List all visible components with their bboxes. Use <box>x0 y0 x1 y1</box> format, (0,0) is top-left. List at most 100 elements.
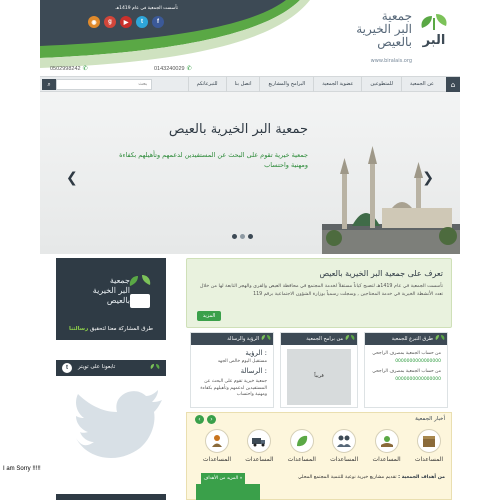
news-item-label: المساعدات <box>330 456 359 463</box>
nav-item-about[interactable]: عن الجمعية <box>400 77 442 92</box>
news-item-label: المساعدات <box>287 456 316 463</box>
twitter-bird-icon <box>76 390 162 459</box>
phone-icon: ✆ <box>186 66 192 72</box>
slide-subtitle: جمعية خيرية تقوم على البحث عن المستفيدين… <box>119 151 308 169</box>
logo-url: www.biralais.org <box>370 58 412 64</box>
mission-label: الرسالة : <box>240 367 267 375</box>
slider-dot[interactable] <box>248 234 253 239</box>
news-item[interactable]: المساعدات <box>413 429 445 463</box>
news-item-label: المساعدات <box>245 456 274 463</box>
hero-slider: جمعية البر الخيرية بالعيص جمعية خيرية تق… <box>40 92 460 254</box>
nav-item-volunteers[interactable]: للمتطوعين <box>361 77 401 92</box>
mosque-image <box>322 146 460 254</box>
slide-title: جمعية البر الخيرية بالعيص <box>168 122 308 137</box>
slider-dot[interactable] <box>232 234 237 239</box>
twitter-icon[interactable]: t <box>136 16 148 28</box>
people-aid-icon <box>332 429 357 453</box>
truck-aid-icon <box>247 429 272 453</box>
news-item[interactable]: المساعدات <box>328 429 360 463</box>
news-item-label: المساعدات <box>372 456 401 463</box>
twitter-follow-bar[interactable]: t تابعونا على تويتر <box>56 360 166 376</box>
footer-green-bar <box>196 484 260 500</box>
donation-box-header: طرق التبرع للجمعية <box>365 333 447 345</box>
search-input[interactable] <box>56 79 152 90</box>
main-nav: ⌂ عن الجمعية للمتطوعين عضوية الجمعية الب… <box>40 76 460 92</box>
family-aid-icon <box>205 429 229 453</box>
goals-label: من أهداف الجمعية : <box>398 475 445 480</box>
donation-account-1: 0000000000000000 <box>395 359 441 364</box>
slider-dot-active[interactable] <box>240 234 245 239</box>
cta-text-highlight: رسالتنا <box>69 326 89 332</box>
sprout-icon <box>150 364 160 369</box>
rss-icon[interactable]: ◉ <box>88 16 100 28</box>
programs-box: من برامج الجمعية قريباً <box>280 332 358 408</box>
about-text: تأسست الجمعية في عام 1419هـ لتصبح كياناً… <box>199 284 443 297</box>
nav-item-donations[interactable]: للتبرعاتكم <box>187 77 226 92</box>
donation-box: طرق التبرع للجمعية من حساب الجمعية بمصرف… <box>364 332 448 408</box>
news-arrows: ‹ › <box>195 415 216 424</box>
programs-box-title: من برامج الجمعية <box>306 336 343 342</box>
news-item[interactable]: المساعدات <box>286 429 318 463</box>
programs-soon-label: قريباً <box>314 373 324 379</box>
social-links: ◉ g ▶ t f <box>88 16 164 28</box>
news-prev-icon[interactable]: ‹ <box>195 415 204 424</box>
news-item-label: المساعدات <box>202 456 232 463</box>
about-title: تعرف على جمعية البر الخيرية بالعيص <box>319 269 443 278</box>
site-logo[interactable]: جمعية البر الخيرية بالعيص البر www.biral… <box>320 6 460 68</box>
goals-more-button[interactable]: المزيد من الأهداف » <box>201 473 245 484</box>
slider-next-icon[interactable]: ❯ <box>422 170 434 186</box>
vision-label: الرؤية : <box>245 349 267 357</box>
cta-title: جمعية البر الخيرية بالعيص <box>92 276 130 305</box>
sprout-icon <box>261 335 271 340</box>
nav-item-membership[interactable]: عضوية الجمعية <box>313 77 361 92</box>
vision-box-header: الرؤية والرسالة <box>191 333 273 345</box>
news-items: المساعدات المساعدات المساعدات المساعدات … <box>201 429 445 463</box>
logo-title: جمعية البر الخيرية بالعيص <box>356 9 412 49</box>
phone-primary[interactable]: 0143240029 ✆ <box>154 65 192 72</box>
left-bottom-bar <box>56 494 166 500</box>
about-more-button[interactable]: المزيد <box>197 311 221 321</box>
home-icon[interactable]: ⌂ <box>446 77 460 92</box>
googleplus-icon[interactable]: g <box>104 16 116 28</box>
programs-box-header: من برامج الجمعية <box>281 333 357 345</box>
donation-bank-1: من حساب الجمعية بمصرف الراجحي <box>372 351 441 356</box>
vision-box-title: الرؤية والرسالة <box>227 336 259 342</box>
donation-bank-2: من حساب الجمعية بمصرف الراجحي <box>372 369 441 374</box>
about-box: تعرف على جمعية البر الخيرية بالعيص تأسست… <box>186 258 452 328</box>
logo-sprout-icon: البر <box>421 14 447 48</box>
leaf-aid-icon <box>289 429 314 453</box>
phone-primary-number: 0143240029 <box>154 66 185 72</box>
error-note: I am Sorry !!!!! <box>3 466 41 472</box>
mobile-icon: ✆ <box>82 66 88 72</box>
nav-items: عن الجمعية للمتطوعين عضوية الجمعية البرا… <box>187 77 442 92</box>
vision-text: جمعية خيرية تقوم على البحث عن المستفيدين… <box>200 379 267 397</box>
news-item[interactable]: المساعدات <box>201 429 233 463</box>
cta-text: طرق المشاركة معنا لتحقيق رسالتنا <box>62 326 160 332</box>
sprout-icon <box>435 335 445 340</box>
news-item[interactable]: المساعدات <box>243 429 275 463</box>
phone-secondary-number: 0502998242 <box>50 66 81 72</box>
cta-text-prefix: طرق المشاركة معنا لتحقيق <box>90 326 153 332</box>
slider-prev-icon[interactable]: ❮ <box>66 170 78 186</box>
donation-account-2: 0000000000000000 <box>395 377 441 382</box>
svg-text:البر: البر <box>422 33 446 48</box>
search-icon[interactable]: ⌕ <box>42 79 56 90</box>
nav-item-programs[interactable]: البرامج والمشاريع <box>259 77 313 92</box>
news-item-label: المساعدات <box>414 456 444 463</box>
slider-dots <box>232 234 253 239</box>
twitter-icon: t <box>62 363 72 373</box>
sprout-icon <box>345 335 355 340</box>
facebook-icon[interactable]: f <box>152 16 164 28</box>
youtube-icon[interactable]: ▶ <box>120 16 132 28</box>
site-header: تأسست الجمعية في عام 1419هـ ◉ g ▶ t f جم… <box>40 0 460 76</box>
news-item[interactable]: المساعدات <box>371 429 403 463</box>
goals-text: تقديم مشاريع خيرية نوعية للتنمية المجتمع… <box>298 475 397 480</box>
founded-note: تأسست الجمعية في عام 1419هـ <box>115 6 178 11</box>
nav-item-contact[interactable]: اتصل بنا <box>225 77 260 92</box>
phone-secondary[interactable]: 0502998242 ✆ <box>50 65 88 72</box>
vision-box: الرؤية والرسالة الرؤية : مستقبل اليوم خا… <box>190 332 274 408</box>
participation-banner[interactable]: جمعية البر الخيرية بالعيص طرق المشاركة م… <box>56 258 166 340</box>
box-aid-icon <box>416 429 441 453</box>
donation-box-title: طرق التبرع للجمعية <box>391 336 433 342</box>
news-next-icon[interactable]: › <box>207 415 216 424</box>
